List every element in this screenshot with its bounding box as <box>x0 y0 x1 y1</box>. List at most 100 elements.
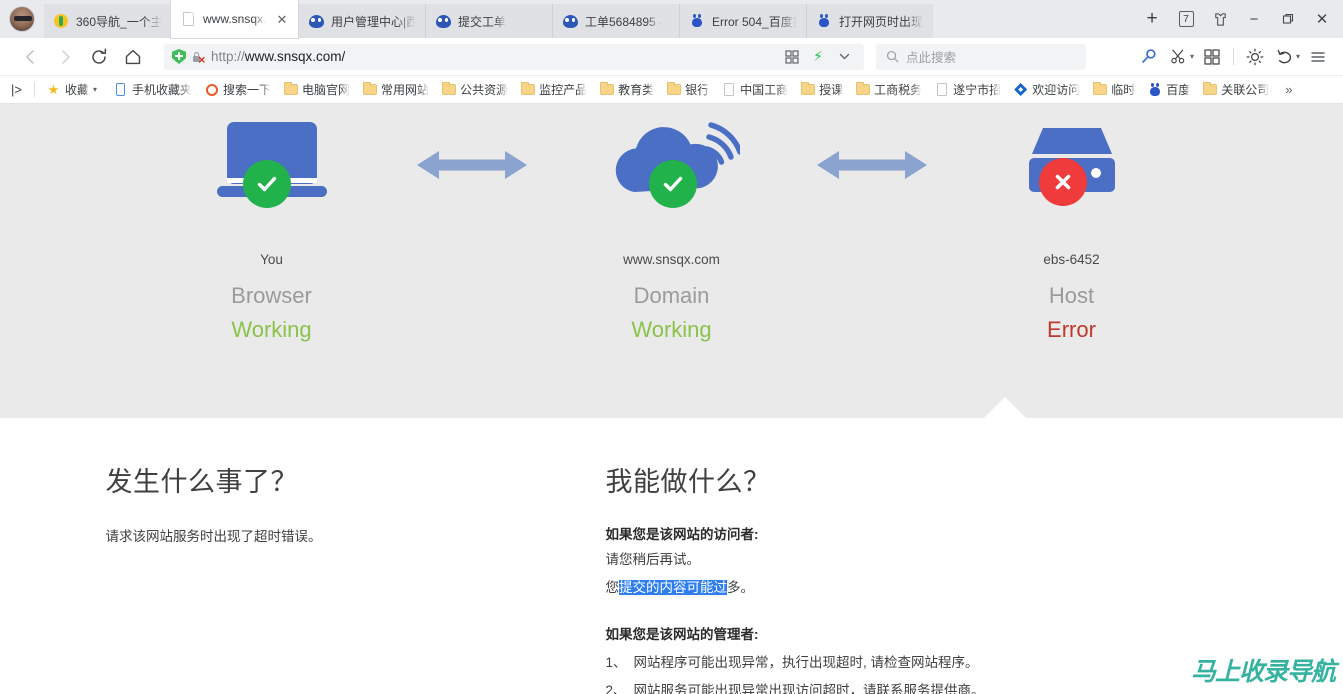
home-button[interactable] <box>116 42 150 72</box>
admin-items-list: 1、 网站程序可能出现异常，执行出现超时, 请检查网站程序。 2、 网站服务可能出现异… <box>606 651 1126 694</box>
navigation-toolbar: http://www.snsqx.com/ ⚡ 点此搜索 ▾ ▾ <box>0 38 1343 76</box>
bookmark-icon <box>1013 83 1028 96</box>
browser-tab[interactable]: 360导航_一个主 <box>44 4 171 38</box>
bookmark-item[interactable]: 手机收藏夹 <box>107 79 198 101</box>
tab-favicon <box>308 13 324 29</box>
scissors-dropdown-caret-icon[interactable]: ▾ <box>1190 52 1194 61</box>
bookmarks-overflow-button[interactable]: » <box>1279 82 1298 97</box>
bookmark-item[interactable]: 中国工商 <box>715 79 794 101</box>
tab-restore-icon[interactable] <box>1203 3 1237 35</box>
bookmark-item[interactable]: 临时 <box>1086 79 1141 101</box>
grid-apps-icon[interactable] <box>1197 42 1227 72</box>
admin-item: 2、 网站服务可能出现异常出现访问超时，请联系服务提供商。 <box>606 679 1126 694</box>
bookmark-icon <box>721 83 736 96</box>
lightning-bolt-icon[interactable]: ⚡ <box>806 46 830 68</box>
tab-label: 用户管理中心|西 <box>331 14 416 29</box>
minimize-button[interactable]: − <box>1237 3 1271 35</box>
bookmark-item[interactable]: 教育类 <box>593 79 660 101</box>
server-icon <box>997 110 1147 220</box>
url-host: www.snsqx.com/ <box>244 49 346 64</box>
bookmarks-panel-toggle[interactable]: |> <box>4 82 29 97</box>
bookmark-label: 教育类 <box>618 83 655 97</box>
chevron-down-icon[interactable] <box>832 46 856 68</box>
folder-icon <box>362 82 377 95</box>
new-tab-button[interactable]: + <box>1135 3 1169 35</box>
bookmark-item[interactable]: 常用网站 <box>356 79 435 101</box>
check-icon <box>257 176 276 192</box>
favicon-aliyun-icon <box>308 14 324 28</box>
browser-tab[interactable]: Error 504_百度搜 <box>679 4 806 38</box>
toolbar-divider <box>1232 48 1234 65</box>
close-tab-button[interactable]: ✕ <box>275 12 289 26</box>
double-arrow-icon <box>412 110 532 220</box>
browser-tab-bar: 360导航_一个主 www.snsqx.com ✕ 用户管理中心|西 提交工单 工单568… <box>0 0 1343 38</box>
undo-dropdown-caret-icon[interactable]: ▾ <box>1296 52 1300 61</box>
bookmark-item[interactable]: 电脑官网 <box>277 79 356 101</box>
url-scheme: http:// <box>211 49 245 64</box>
phone-icon <box>116 83 125 96</box>
bookmark-item[interactable]: 公共资源 <box>435 79 514 101</box>
browser-tab-active[interactable]: www.snsqx.com ✕ <box>171 0 298 38</box>
bookmark-item[interactable]: ★ 收藏 ▾ <box>40 79 107 101</box>
status-badge-ok <box>242 160 291 208</box>
diagram-pointer <box>0 397 1343 419</box>
favicon-360-icon <box>54 14 68 28</box>
browser-tab[interactable]: 提交工单 <box>425 4 552 38</box>
visitor-heading: 如果您是该网站的访问者: <box>605 527 759 542</box>
lock-crossed-icon[interactable] <box>191 50 205 64</box>
bookmark-item[interactable]: 关联公司 <box>1196 79 1275 101</box>
cloud-icon <box>597 110 747 220</box>
selected-text: 提交的内容可能过 <box>619 579 727 595</box>
chevron-down-icon[interactable]: ▾ <box>89 85 101 94</box>
qr-code-icon[interactable] <box>780 46 804 68</box>
bookmark-item[interactable]: 遂宁市招 <box>928 79 1007 101</box>
tab-count-button[interactable]: 7 <box>1169 3 1203 35</box>
bookmark-item[interactable]: 百度 <box>1141 79 1196 101</box>
favicon-aliyun-icon <box>562 14 578 28</box>
browser-tab[interactable]: 打开网页时出现5 <box>806 4 933 38</box>
bookmark-label: 银行 <box>685 83 710 97</box>
page-icon <box>936 83 947 96</box>
maximize-restore-button[interactable] <box>1271 3 1305 35</box>
bookmark-item[interactable]: 授课 <box>794 79 849 101</box>
tab-favicon <box>180 11 196 27</box>
bookmark-item[interactable]: 欢迎访问 <box>1007 79 1086 101</box>
bookmark-item[interactable]: 监控产品 <box>514 79 593 101</box>
connection-diagram: You Browser Working www.snsqx.com Domain… <box>0 104 1343 419</box>
close-window-button[interactable]: ✕ <box>1305 3 1339 35</box>
diamond-icon <box>1014 83 1028 96</box>
magnifier-blue-icon[interactable] <box>1134 42 1164 72</box>
visitor-line-2-pre: 您 <box>605 579 620 595</box>
star-icon: ★ <box>47 82 60 97</box>
admin-item-text: 网站程序可能出现异常，执行出现超时, 请检查网站程序。 <box>633 654 979 670</box>
what-happened-body: 请求该网站服务时出现了超时错误。 <box>105 529 322 544</box>
bookmark-item[interactable]: 银行 <box>660 79 715 101</box>
back-button[interactable] <box>14 42 48 72</box>
bookmark-icon: ★ <box>46 83 61 96</box>
menu-icon[interactable] <box>1303 42 1333 72</box>
search-input[interactable]: 点此搜索 <box>876 43 1086 70</box>
address-bar[interactable]: http://www.snsqx.com/ ⚡ <box>164 43 864 70</box>
brightness-icon[interactable] <box>1240 42 1270 72</box>
admin-item-number: 2、 <box>605 682 627 694</box>
bookmark-icon <box>855 82 870 95</box>
pointer-triangle-icon <box>983 397 1027 419</box>
tab-label: Error 504_百度搜 <box>712 14 797 29</box>
forward-button[interactable] <box>48 42 82 72</box>
browser-tab[interactable]: 用户管理中心|西 <box>298 4 425 38</box>
bookmark-icon <box>599 82 614 95</box>
bookmark-label: 监控产品 <box>539 83 588 97</box>
search-placeholder: 点此搜索 <box>906 51 957 65</box>
user-avatar-button[interactable] <box>0 0 44 38</box>
bookmark-icon <box>204 83 219 96</box>
explanation-section: 发生什么事了？ 请求该网站服务时出现了超时错误。 我能做什么？ 如果您是该网站的… <box>0 418 1343 694</box>
browser-tab[interactable]: 工单5684895 - <box>552 4 679 38</box>
address-bar-actions: ⚡ <box>780 46 856 68</box>
tab-favicon <box>689 13 705 29</box>
bookmark-item[interactable]: 搜索一下 <box>198 79 277 101</box>
folder-icon <box>599 82 614 95</box>
reload-button[interactable] <box>82 42 116 72</box>
what-happened-column: 发生什么事了？ 请求该网站服务时出现了超时错误。 <box>106 460 606 694</box>
bookmark-label: 公共资源 <box>460 83 509 97</box>
bookmark-item[interactable]: 工商税务 <box>849 79 928 101</box>
